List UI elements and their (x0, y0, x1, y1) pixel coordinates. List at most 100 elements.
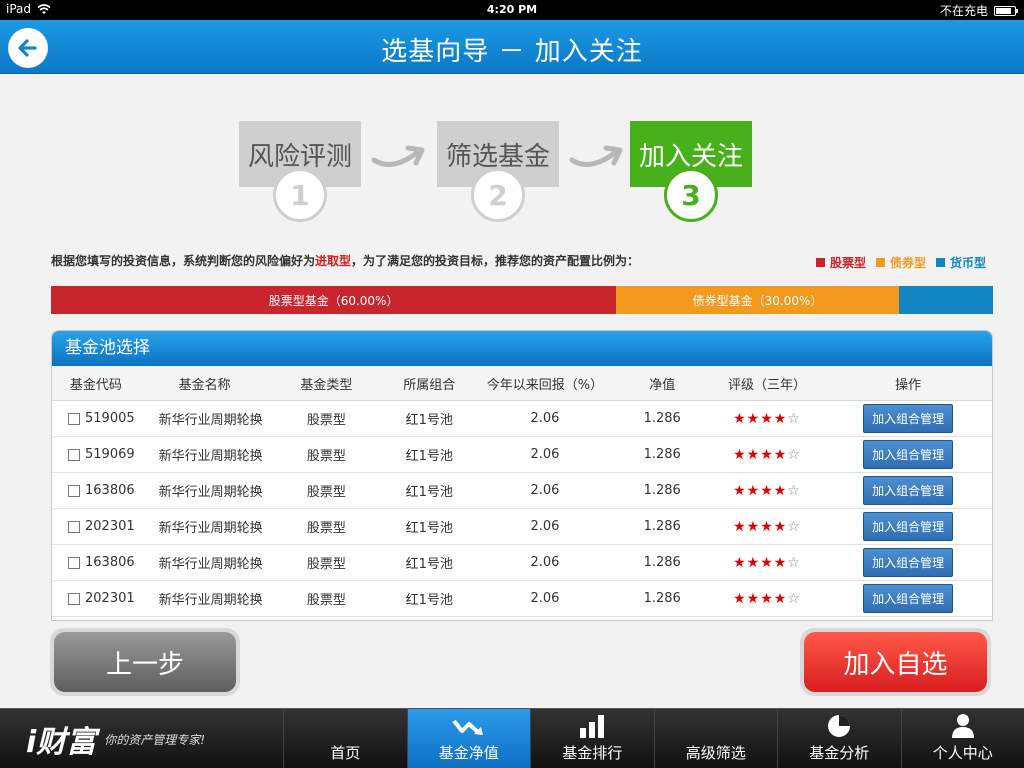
legend-money: 货币型 (935, 254, 986, 271)
step-number-1: 1 (273, 168, 327, 222)
col-nav: 净值 (649, 377, 676, 393)
risk-info-text: 根据您填写的投资信息，系统判断您的风险偏好为进取型，为了满足您的投资目标，推荐您… (51, 252, 639, 269)
row-checkbox[interactable] (68, 412, 80, 425)
fund-name: 新华行业周期轮换 (158, 521, 263, 536)
legend-swatch (875, 258, 885, 267)
pie-chart-icon (827, 713, 851, 739)
fund-table-body: 519005 新华行业周期轮换 股票型 红1号池 2.06 1.286 ★★★★☆ 加入组合管… (52, 401, 992, 617)
charging-status: 不在充电 (939, 4, 988, 18)
code-cell: 163806 (52, 555, 152, 570)
row-checkbox[interactable] (68, 592, 80, 605)
add-to-portfolio-button[interactable]: 加入组合管理 (863, 512, 954, 541)
add-to-watchlist-button[interactable]: 加入自选 (800, 628, 991, 696)
legend-label: 货币型 (949, 256, 986, 270)
step-label: 风险评测 (247, 141, 352, 172)
tab-advanced-filter[interactable]: 高级筛选 (655, 709, 778, 768)
fund-group: 红1号池 (405, 521, 453, 536)
code-cell: 202301 (52, 519, 152, 534)
info-prefix: 根据您填写的投资信息，系统判断您的风险偏好为 (51, 254, 316, 268)
fund-code: 519005 (85, 411, 135, 426)
table-header: 基金代码 基金名称 基金类型 所属组合 今年以来回报（%） 净值 评级（三年） … (52, 366, 992, 401)
table-row: 202301 新华行业周期轮换 股票型 红1号池 2.06 1.286 ★★★★☆ 加入组合管… (52, 581, 992, 617)
add-to-portfolio-button[interactable]: 加入组合管理 (863, 584, 954, 613)
tab-personal-center[interactable]: 个人中心 (902, 709, 1024, 768)
prev-step-label: 上一步 (54, 632, 236, 692)
fund-ytd-return: 2.06 (530, 483, 560, 498)
tab-fund-nav[interactable]: 基金净值 (407, 709, 531, 768)
legend-swatch (935, 258, 945, 267)
fund-code: 519069 (85, 447, 135, 462)
table-row: 519069 新华行业周期轮换 股票型 红1号池 2.06 1.286 ★★★★☆ 加入组合管… (52, 437, 992, 473)
rating-stars: ★★★★☆ (710, 555, 825, 571)
col-group: 所属组合 (403, 377, 456, 393)
tab-home[interactable]: 首页 (284, 709, 408, 768)
add-to-portfolio-button[interactable]: 加入组合管理 (863, 476, 954, 505)
code-cell: 519069 (52, 447, 152, 462)
allocation-segment: 债券型基金（30.00%） (616, 286, 899, 314)
row-checkbox[interactable] (68, 448, 80, 461)
allocation-segment (898, 286, 993, 314)
star-rating-icon: ★★★★☆ (733, 554, 801, 571)
tab-label: 基金净值 (438, 744, 499, 762)
step-number-2: 2 (471, 168, 525, 222)
fund-code: 202301 (85, 591, 135, 606)
tab-fund-analysis[interactable]: 基金分析 (778, 709, 902, 768)
rating-stars: ★★★★☆ (710, 447, 825, 463)
table-row: 519005 新华行业周期轮换 股票型 红1号池 2.06 1.286 ★★★★☆ 加入组合管… (52, 401, 992, 437)
fund-pool-panel: 基金池选择 基金代码 基金名称 基金类型 所属组合 今年以来回报（%） 净值 评… (51, 330, 993, 621)
add-to-portfolio-button[interactable]: 加入组合管理 (863, 548, 954, 577)
col-action: 操作 (895, 377, 922, 393)
table-row: 163806 新华行业周期轮换 股票型 红1号池 2.06 1.286 ★★★★☆ 加入组合管… (52, 545, 992, 581)
code-cell: 163806 (52, 483, 152, 498)
legend-label: 股票型 (829, 256, 866, 270)
fund-nav: 1.286 (643, 411, 681, 426)
fund-code: 163806 (85, 555, 135, 570)
row-checkbox[interactable] (68, 556, 80, 569)
action-cell: 加入组合管理 (824, 404, 992, 433)
add-to-portfolio-button[interactable]: 加入组合管理 (863, 440, 954, 469)
brand-logo: i财富 (26, 725, 97, 760)
prev-step-button[interactable]: 上一步 (50, 628, 240, 696)
step-arrow-icon (569, 145, 623, 167)
fund-group: 红1号池 (405, 449, 453, 464)
battery-icon (994, 5, 1018, 16)
row-checkbox[interactable] (68, 484, 80, 497)
tab-label: 首页 (330, 744, 361, 762)
fund-type: 股票型 (306, 557, 346, 572)
info-suffix: ，为了满足您的投资目标，推荐您的资产配置比例为： (351, 254, 640, 268)
table-row: 202301 新华行业周期轮换 股票型 红1号池 2.06 1.286 ★★★★☆ 加入组合管… (52, 509, 992, 545)
status-right: 不在充电 (939, 2, 1018, 19)
fund-nav: 1.286 (643, 447, 681, 462)
action-cell: 加入组合管理 (824, 476, 992, 505)
action-cell: 加入组合管理 (824, 512, 992, 541)
nav-header: 选基向导 － 加入关注 (0, 20, 1024, 74)
fund-name: 新华行业周期轮换 (158, 413, 263, 428)
star-rating-icon: ★★★★☆ (733, 446, 801, 463)
fund-ytd-return: 2.06 (530, 519, 560, 534)
add-to-portfolio-button[interactable]: 加入组合管理 (863, 404, 954, 433)
col-code: 基金代码 (69, 377, 122, 393)
fund-ytd-return: 2.06 (530, 411, 560, 426)
rating-stars: ★★★★☆ (710, 591, 825, 607)
tab-fund-ranking[interactable]: 基金排行 (531, 709, 655, 768)
fund-type: 股票型 (306, 449, 346, 464)
legend-bond: 债券型 (875, 254, 926, 271)
col-ytd-return: 今年以来回报（%） (486, 377, 604, 393)
add-to-watchlist-label: 加入自选 (804, 632, 987, 692)
star-rating-icon: ★★★★☆ (733, 590, 801, 607)
fund-ytd-return: 2.06 (530, 447, 560, 462)
legend-swatch (815, 258, 825, 267)
allocation-legend: 股票型 债券型 货币型 (815, 254, 986, 271)
fund-group: 红1号池 (405, 593, 453, 608)
fund-name: 新华行业周期轮换 (158, 593, 263, 608)
rating-stars: ★★★★☆ (710, 483, 825, 499)
action-cell: 加入组合管理 (824, 548, 992, 577)
fund-name: 新华行业周期轮换 (158, 449, 263, 464)
risk-type: 进取型 (315, 254, 352, 268)
row-checkbox[interactable] (68, 520, 80, 533)
fund-nav: 1.286 (643, 519, 681, 534)
fund-nav: 1.286 (643, 483, 681, 498)
table-row: 163806 新华行业周期轮换 股票型 红1号池 2.06 1.286 ★★★★☆ 加入组合管… (52, 473, 992, 509)
step-number-3: 3 (664, 168, 718, 222)
col-name: 基金名称 (178, 377, 231, 393)
